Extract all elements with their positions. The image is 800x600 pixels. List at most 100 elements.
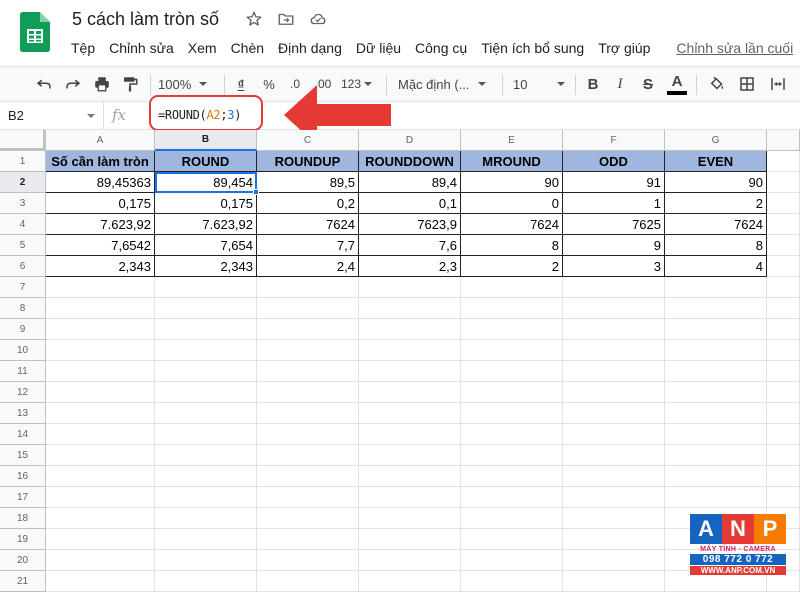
strikethrough-button[interactable]: S	[638, 67, 658, 101]
italic-button[interactable]: I	[610, 67, 630, 101]
cell-h6[interactable]	[767, 256, 800, 277]
cell-b13[interactable]	[155, 403, 257, 424]
document-title[interactable]: 5 cách làm tròn số	[72, 9, 219, 30]
cell-g2[interactable]: 90	[665, 172, 767, 193]
menu-file[interactable]: Tệp	[64, 38, 102, 58]
row-header-3[interactable]: 3	[0, 193, 46, 214]
row-header-17[interactable]: 17	[0, 487, 46, 508]
cell-a4[interactable]: 7.623,92	[46, 214, 155, 235]
cell-h16[interactable]	[767, 466, 800, 487]
cell-h11[interactable]	[767, 361, 800, 382]
cell-h17[interactable]	[767, 487, 800, 508]
row-header-12[interactable]: 12	[0, 382, 46, 403]
cell-h15[interactable]	[767, 445, 800, 466]
cell-b9[interactable]	[155, 319, 257, 340]
cell-d5[interactable]: 7,6	[359, 235, 461, 256]
row-header-13[interactable]: 13	[0, 403, 46, 424]
cell-g12[interactable]	[665, 382, 767, 403]
cell-d10[interactable]	[359, 340, 461, 361]
cell-b8[interactable]	[155, 298, 257, 319]
row-header-9[interactable]: 9	[0, 319, 46, 340]
cell-d16[interactable]	[359, 466, 461, 487]
cell-b16[interactable]	[155, 466, 257, 487]
cell-e17[interactable]	[461, 487, 563, 508]
cell-b5[interactable]: 7,654	[155, 235, 257, 256]
cell-e13[interactable]	[461, 403, 563, 424]
cell-b6[interactable]: 2,343	[155, 256, 257, 277]
bold-button[interactable]: B	[583, 67, 603, 101]
undo-icon[interactable]	[32, 67, 56, 101]
cell-g5[interactable]: 8	[665, 235, 767, 256]
column-header-b[interactable]: B	[155, 130, 257, 151]
move-folder-icon[interactable]	[276, 9, 296, 29]
name-box[interactable]: B2	[0, 102, 104, 129]
cell-e14[interactable]	[461, 424, 563, 445]
row-header-6[interactable]: 6	[0, 256, 46, 277]
cell-d11[interactable]	[359, 361, 461, 382]
cell-f17[interactable]	[563, 487, 665, 508]
row-header-15[interactable]: 15	[0, 445, 46, 466]
font-family-select[interactable]: Mặc định (...	[398, 67, 496, 101]
cell-f8[interactable]	[563, 298, 665, 319]
cell-g13[interactable]	[665, 403, 767, 424]
cell-e21[interactable]	[461, 571, 563, 592]
cell-e20[interactable]	[461, 550, 563, 571]
cell-e5[interactable]: 8	[461, 235, 563, 256]
cell-e10[interactable]	[461, 340, 563, 361]
row-header-16[interactable]: 16	[0, 466, 46, 487]
cell-c17[interactable]	[257, 487, 359, 508]
column-header-c[interactable]: C	[257, 130, 359, 151]
cell-d4[interactable]: 7623,9	[359, 214, 461, 235]
row-header-10[interactable]: 10	[0, 340, 46, 361]
cell-b4[interactable]: 7.623,92	[155, 214, 257, 235]
cell-e6[interactable]: 2	[461, 256, 563, 277]
cell-h5[interactable]	[767, 235, 800, 256]
cell-a9[interactable]	[46, 319, 155, 340]
cell-c8[interactable]	[257, 298, 359, 319]
cell-f2[interactable]: 91	[563, 172, 665, 193]
fill-handle[interactable]	[253, 189, 259, 195]
cell-a8[interactable]	[46, 298, 155, 319]
cell-d8[interactable]	[359, 298, 461, 319]
cell-f16[interactable]	[563, 466, 665, 487]
row-header-1[interactable]: 1	[0, 151, 46, 172]
cell-h2[interactable]	[767, 172, 800, 193]
cell-a17[interactable]	[46, 487, 155, 508]
cell-f15[interactable]	[563, 445, 665, 466]
cell-a19[interactable]	[46, 529, 155, 550]
cell-c19[interactable]	[257, 529, 359, 550]
sheets-logo-icon[interactable]	[20, 12, 50, 52]
row-header-2[interactable]: 2	[0, 172, 46, 193]
cell-f20[interactable]	[563, 550, 665, 571]
borders-icon[interactable]	[735, 67, 759, 101]
cell-d13[interactable]	[359, 403, 461, 424]
cell-b15[interactable]	[155, 445, 257, 466]
column-header-g[interactable]: G	[665, 130, 767, 151]
cell-a16[interactable]	[46, 466, 155, 487]
cell-b2[interactable]: 89,454	[155, 172, 257, 193]
cell-a14[interactable]	[46, 424, 155, 445]
cell-d21[interactable]	[359, 571, 461, 592]
cell-f5[interactable]: 9	[563, 235, 665, 256]
row-header-11[interactable]: 11	[0, 361, 46, 382]
percent-format-button[interactable]: %	[258, 67, 280, 101]
row-header-18[interactable]: 18	[0, 508, 46, 529]
cell-d17[interactable]	[359, 487, 461, 508]
row-header-8[interactable]: 8	[0, 298, 46, 319]
cell-f12[interactable]	[563, 382, 665, 403]
cell-h14[interactable]	[767, 424, 800, 445]
cell-g10[interactable]	[665, 340, 767, 361]
row-header-5[interactable]: 5	[0, 235, 46, 256]
cell-a20[interactable]	[46, 550, 155, 571]
cell-g4[interactable]: 7624	[665, 214, 767, 235]
cell-g17[interactable]	[665, 487, 767, 508]
cell-b20[interactable]	[155, 550, 257, 571]
cell-b19[interactable]	[155, 529, 257, 550]
cell-g9[interactable]	[665, 319, 767, 340]
cell-b7[interactable]	[155, 277, 257, 298]
cell-f14[interactable]	[563, 424, 665, 445]
cell-e18[interactable]	[461, 508, 563, 529]
cell-c18[interactable]	[257, 508, 359, 529]
cell-d3[interactable]: 0,1	[359, 193, 461, 214]
cell-e8[interactable]	[461, 298, 563, 319]
